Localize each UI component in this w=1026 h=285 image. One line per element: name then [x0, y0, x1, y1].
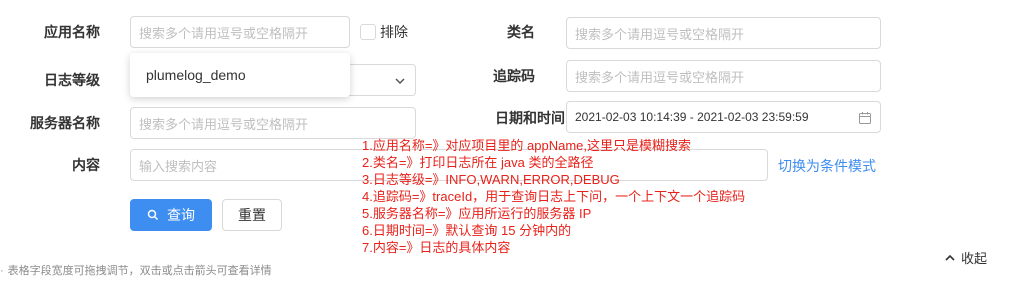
- datetime-range-input[interactable]: 2021-02-03 10:14:39 - 2021-02-03 23:59:5…: [566, 101, 881, 133]
- server-name-label: 服务器名称: [30, 115, 100, 131]
- app-name-label: 应用名称: [44, 24, 100, 40]
- annotation-line: 5.服务器名称=》应用所运行的服务器 IP: [362, 206, 592, 221]
- app-name-input[interactable]: 搜索多个请用逗号或空格隔开: [130, 16, 350, 48]
- annotation-notes: 1.应用名称=》对应项目里的 appName,这里只是模糊搜索 2.类名=》打印…: [362, 137, 745, 256]
- datetime-value: 2021-02-03 10:14:39 - 2021-02-03 23:59:5…: [575, 110, 809, 124]
- content-label: 内容: [72, 157, 100, 173]
- annotation-line: 3.日志等级=》INFO,WARN,ERROR,DEBUG: [362, 172, 620, 187]
- search-button-label: 查询: [167, 207, 195, 223]
- chevron-up-icon: [944, 252, 956, 264]
- trace-id-input[interactable]: 搜索多个请用逗号或空格隔开: [566, 60, 881, 92]
- search-button[interactable]: 查询: [130, 199, 212, 231]
- class-name-input[interactable]: 搜索多个请用逗号或空格隔开: [566, 17, 881, 49]
- datetime-label: 日期和时间: [495, 110, 565, 126]
- annotation-line: 2.类名=》打印日志所在 java 类的全路径: [362, 155, 594, 170]
- dropdown-option[interactable]: plumelog_demo: [130, 53, 350, 97]
- bullet-icon: ·: [0, 265, 4, 277]
- exclude-label[interactable]: 排除: [380, 22, 408, 42]
- calendar-icon: [858, 111, 872, 125]
- server-name-input[interactable]: 搜索多个请用逗号或空格隔开: [130, 107, 416, 139]
- table-hint-text: 表格字段宽度可拖拽调节，双击或点击箭头可查看详情: [7, 265, 272, 277]
- annotation-line: 7.内容=》日志的具体内容: [362, 240, 511, 255]
- table-hint: · 表格字段宽度可拖拽调节，双击或点击箭头可查看详情: [0, 262, 272, 278]
- exclude-checkbox[interactable]: [360, 24, 376, 40]
- search-icon: [147, 209, 159, 221]
- chevron-down-icon: [393, 74, 407, 88]
- class-name-label: 类名: [507, 24, 535, 40]
- annotation-line: 4.追踪码=》traceId，用于查询日志上下问，一个上下文一个追踪码: [362, 189, 746, 204]
- annotation-line: 1.应用名称=》对应项目里的 appName,这里只是模糊搜索: [362, 138, 692, 153]
- collapse-label: 收起: [961, 251, 988, 266]
- trace-id-label: 追踪码: [493, 68, 535, 84]
- log-level-label: 日志等级: [44, 72, 100, 88]
- app-name-dropdown: plumelog_demo: [130, 53, 350, 97]
- collapse-button[interactable]: 收起: [944, 248, 987, 267]
- toggle-condition-mode-link[interactable]: 切换为条件模式: [778, 156, 876, 176]
- annotation-line: 6.日期时间=》默认查询 15 分钟内的: [362, 223, 572, 238]
- reset-button[interactable]: 重置: [222, 199, 282, 231]
